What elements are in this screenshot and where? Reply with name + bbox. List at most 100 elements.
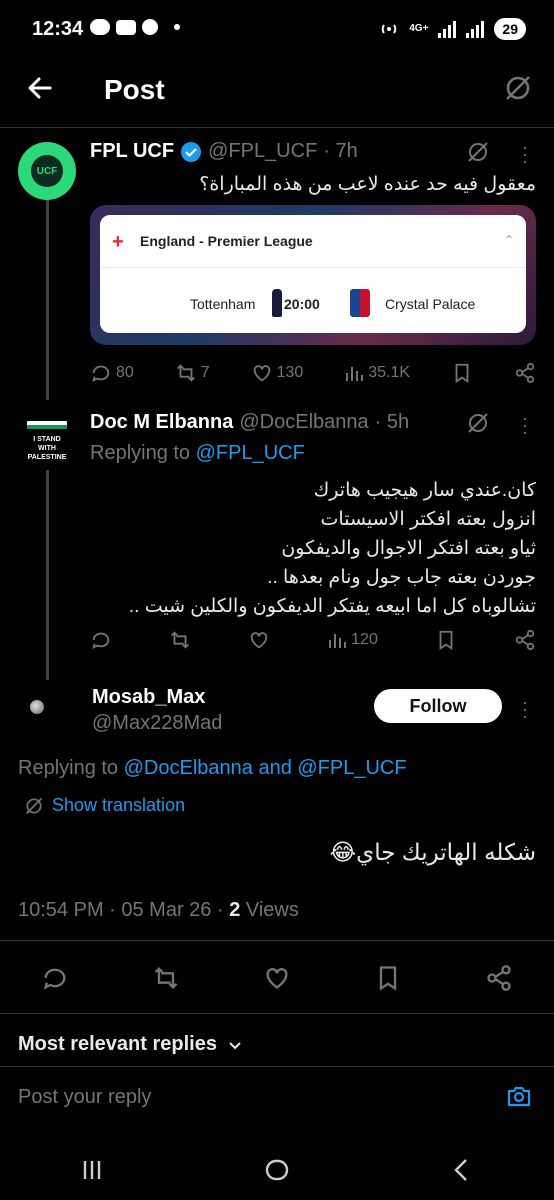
avatar[interactable] <box>30 700 44 714</box>
views-button[interactable]: 120 <box>327 630 378 650</box>
post-time: · 7h <box>323 140 358 162</box>
post-time: · 5h <box>374 411 410 433</box>
camera-icon[interactable] <box>505 1082 533 1110</box>
home-icon[interactable] <box>263 1156 291 1184</box>
replying-to: Replying to @DocElbanna and @FPL_UCF <box>18 757 407 779</box>
league-name: England - Premier League <box>140 233 313 249</box>
view-count: 120 <box>351 631 378 648</box>
signal-icon-2 <box>466 20 485 38</box>
network-type: 4G+ <box>409 23 429 34</box>
heart-icon <box>253 365 270 382</box>
like-count: 130 <box>276 364 304 381</box>
back-arrow-icon[interactable] <box>26 74 54 102</box>
show-translation-button[interactable]: Show translation <box>24 795 185 816</box>
repost-count: 7 <box>200 364 210 381</box>
post-timestamp: 10:54 PM · 05 Mar 26 · 2 Views <box>18 899 299 921</box>
thread-line <box>46 200 49 400</box>
away-team: Crystal Palace <box>385 296 476 312</box>
follow-button[interactable]: Follow <box>374 689 502 723</box>
reply-icon <box>92 365 110 383</box>
grok-icon[interactable] <box>502 72 534 104</box>
system-navigation-bar <box>0 1140 554 1200</box>
main-post-actions <box>0 953 554 1003</box>
author-handle[interactable]: @Max228Mad <box>92 712 222 735</box>
football-icon <box>142 19 158 35</box>
recent-apps-icon[interactable] <box>79 1157 105 1183</box>
repost-button[interactable]: 7 <box>175 362 210 384</box>
signal-icon <box>438 20 457 38</box>
share-icon[interactable] <box>485 964 513 992</box>
england-flag-icon: + <box>112 231 124 253</box>
more-options-icon[interactable]: · · · <box>522 138 528 170</box>
post-actions: 120 <box>90 629 536 651</box>
replies-sort-dropdown[interactable]: Most relevant replies <box>18 1033 243 1056</box>
share-icon[interactable] <box>514 629 536 651</box>
reply-icon[interactable] <box>41 964 69 992</box>
share-icon[interactable] <box>514 362 536 384</box>
divider <box>0 1013 554 1014</box>
chevron-down-icon <box>229 1041 241 1049</box>
chevron-up-icon: ⌃ <box>503 233 514 247</box>
repost-icon[interactable] <box>152 964 180 992</box>
more-options-icon[interactable]: · · · <box>522 409 528 441</box>
reply-count: 80 <box>116 364 134 381</box>
avatar-caption: I STAND WITH PALESTINE <box>27 435 67 461</box>
page-title: Post <box>104 74 165 105</box>
palestine-flag-icon <box>27 416 67 429</box>
reply-input[interactable] <box>18 1081 478 1113</box>
author-name[interactable]: Doc M Elbanna <box>90 411 233 434</box>
hotspot-icon <box>381 24 397 34</box>
back-icon[interactable] <box>449 1157 475 1183</box>
translate-icon <box>25 797 43 814</box>
clock: 12:34 <box>32 18 84 40</box>
notification-icons <box>90 19 180 35</box>
heart-icon[interactable] <box>263 964 291 992</box>
view-count: 35.1K <box>368 364 411 381</box>
mention-links[interactable]: @DocElbanna and @FPL_UCF <box>124 757 407 779</box>
repost-icon <box>176 364 195 382</box>
media-card[interactable]: + England - Premier League ⌃ Tottenham 2… <box>90 205 536 345</box>
more-options-icon[interactable]: · · · <box>522 693 528 725</box>
battery-icon: 29 <box>494 18 526 40</box>
status-bar: 12:34 4G+ 29 <box>0 0 554 60</box>
thread-line <box>46 470 49 680</box>
author-name[interactable]: Mosab_Max <box>92 686 205 709</box>
tottenham-crest-icon <box>272 289 282 317</box>
repost-icon[interactable] <box>169 629 191 651</box>
like-button[interactable]: 130 <box>251 362 304 384</box>
author-handle[interactable]: @FPL_UCF <box>208 140 317 163</box>
reply-button[interactable]: 80 <box>90 362 134 384</box>
avatar[interactable]: UCF <box>18 142 76 200</box>
replying-to: Replying to @FPL_UCF <box>90 442 305 464</box>
views-button[interactable]: 35.1K <box>344 363 410 383</box>
more-notifications-icon <box>174 24 180 30</box>
post-text: معقول فيه حد عنده لاعب من هذه المباراة؟ <box>199 174 536 195</box>
home-team: Tottenham <box>190 296 256 312</box>
top-app-bar: Post <box>0 60 554 128</box>
show-translation-label: Show translation <box>52 795 186 815</box>
author-name[interactable]: FPL UCF <box>90 140 174 163</box>
reply-icon[interactable] <box>90 629 112 651</box>
bookmark-icon[interactable] <box>451 362 473 384</box>
app-notification-icon <box>90 19 110 35</box>
heart-icon[interactable] <box>248 629 270 651</box>
grok-icon[interactable] <box>466 140 490 164</box>
palace-crest-icon <box>350 289 370 317</box>
youtube-icon <box>116 19 136 35</box>
mention-link[interactable]: @FPL_UCF <box>196 442 305 464</box>
post-text: شكله الهاتريك جاي😂 <box>329 839 536 865</box>
bookmark-icon[interactable] <box>435 629 457 651</box>
match-card: + England - Premier League ⌃ Tottenham 2… <box>100 215 526 333</box>
author-handle[interactable]: @DocElbanna <box>239 411 368 434</box>
divider <box>0 940 554 941</box>
tweet-header: Doc M Elbanna @DocElbanna · 5h <box>90 411 409 434</box>
bookmark-icon[interactable] <box>374 964 402 992</box>
avatar-logo: UCF <box>31 155 63 187</box>
divider <box>100 267 526 268</box>
views-icon <box>346 367 364 381</box>
grok-icon[interactable] <box>466 411 490 435</box>
kickoff-time: 20:00 <box>284 296 320 312</box>
views-icon <box>329 634 347 648</box>
avatar[interactable]: I STAND WITH PALESTINE <box>18 410 76 468</box>
system-status: 4G+ 29 <box>379 18 526 40</box>
